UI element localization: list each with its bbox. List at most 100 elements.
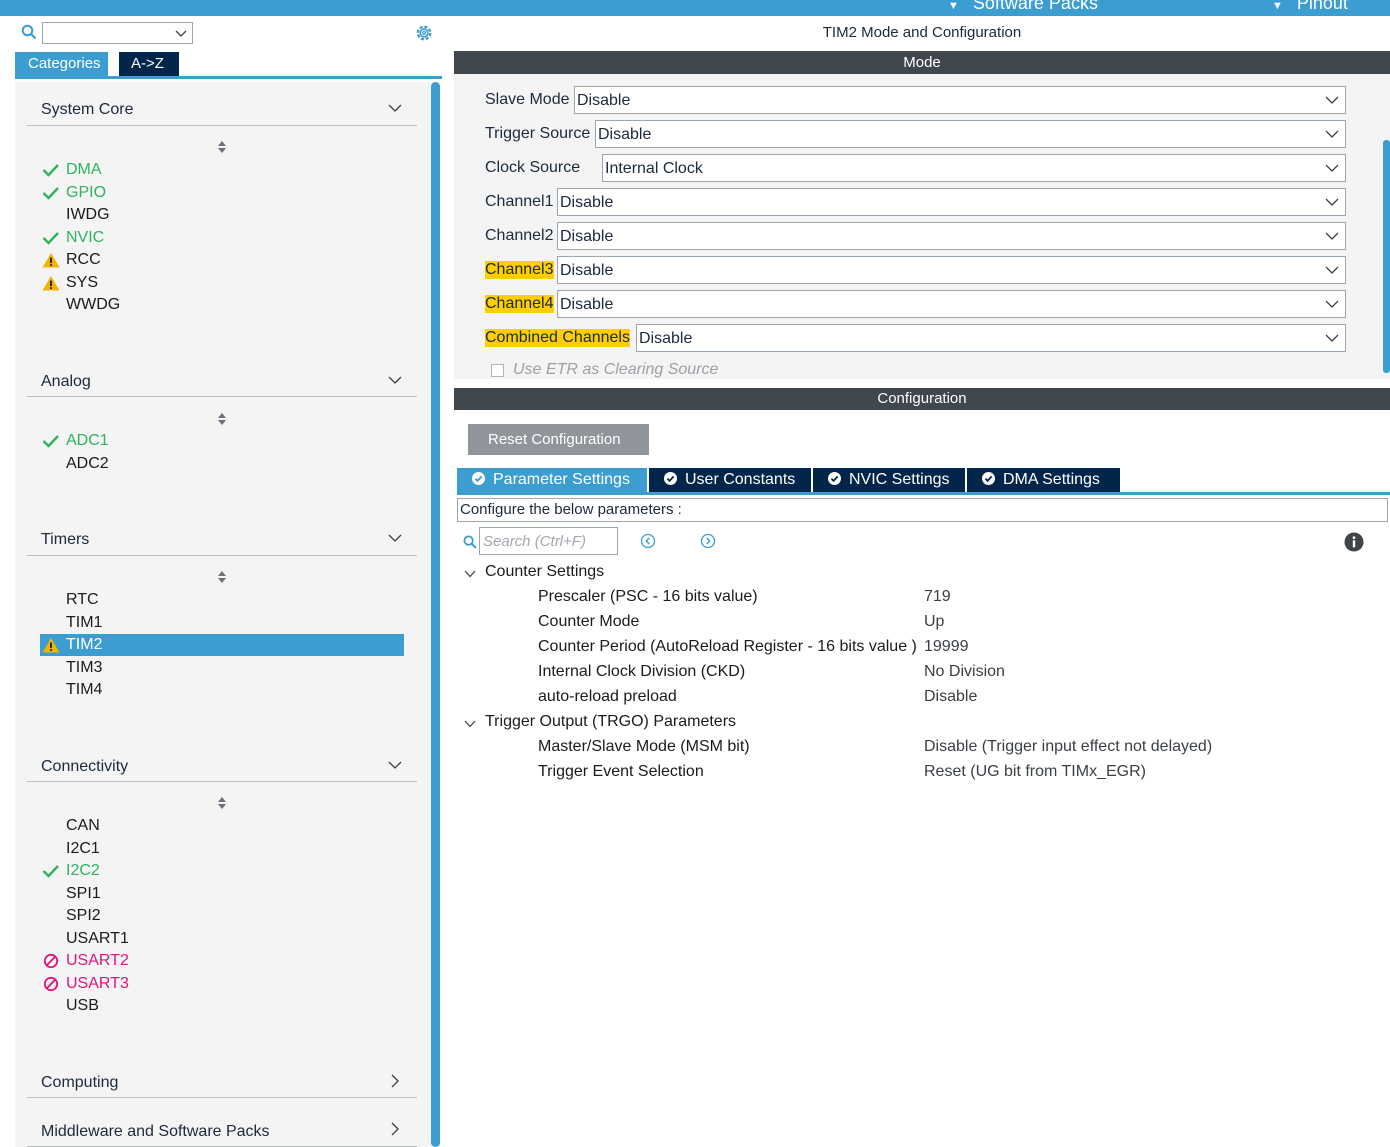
tab-categories[interactable]: Categories bbox=[15, 52, 108, 76]
parameter-value[interactable]: Up bbox=[924, 613, 944, 631]
peripheral-item-iwdg[interactable]: IWDG bbox=[66, 204, 110, 226]
chevron-down-icon bbox=[1325, 130, 1339, 138]
parameter-search-input[interactable]: Search (Ctrl+F) bbox=[479, 527, 618, 555]
software-packs-menu[interactable]: ▼ Software Packs bbox=[948, 0, 1098, 14]
reset-configuration-button[interactable]: Reset Configuration bbox=[468, 424, 649, 455]
sort-icon[interactable] bbox=[217, 797, 227, 809]
trigger-source-select[interactable]: Disable bbox=[595, 120, 1346, 148]
tab-nvic-settings-label: NVIC Settings bbox=[849, 471, 950, 488]
channel4-select[interactable]: Disable bbox=[557, 290, 1346, 318]
info-icon[interactable] bbox=[1344, 532, 1364, 552]
group-label-trgo[interactable]: Trigger Output (TRGO) Parameters bbox=[485, 713, 736, 731]
parameter-value[interactable]: Reset (UG bit from TIMx_EGR) bbox=[924, 763, 1146, 781]
parameter-value[interactable]: Disable (Trigger input effect not delaye… bbox=[924, 738, 1212, 756]
clock-source-select[interactable]: Internal Clock bbox=[602, 154, 1346, 182]
chevron-down-icon[interactable] bbox=[464, 570, 476, 578]
combined-channels-select[interactable]: Disable bbox=[636, 324, 1346, 352]
parameter-name[interactable]: Counter Mode bbox=[538, 613, 639, 631]
tab-underline bbox=[15, 76, 442, 79]
peripheral-item-tim4[interactable]: TIM4 bbox=[66, 679, 102, 701]
peripheral-item-tim2[interactable]: TIM2 bbox=[66, 634, 102, 656]
chevron-down-icon[interactable] bbox=[388, 103, 402, 113]
use-etr-checkbox[interactable] bbox=[491, 364, 504, 377]
parameter-value[interactable]: No Division bbox=[924, 663, 1005, 681]
tab-user-constants-label: User Constants bbox=[685, 471, 796, 488]
category-header-computing[interactable]: Computing bbox=[41, 1074, 118, 1092]
peripheral-item-dma[interactable]: DMA bbox=[66, 159, 102, 181]
peripheral-item-usb[interactable]: USB bbox=[66, 995, 99, 1017]
tab-dma-settings-label: DMA Settings bbox=[1003, 471, 1100, 488]
parameter-value[interactable]: 719 bbox=[924, 588, 951, 606]
peripheral-item-can[interactable]: CAN bbox=[66, 815, 100, 837]
chevron-down-icon bbox=[175, 30, 187, 37]
category-header-connectivity[interactable]: Connectivity bbox=[41, 758, 128, 776]
peripheral-item-gpio[interactable]: GPIO bbox=[66, 182, 106, 204]
page-title: TIM2 Mode and Configuration bbox=[822, 24, 1022, 41]
check-icon bbox=[42, 186, 59, 200]
left-scrollbar[interactable] bbox=[430, 82, 440, 1147]
peripheral-item-tim1[interactable]: TIM1 bbox=[66, 612, 102, 634]
peripheral-item-sys[interactable]: SYS bbox=[66, 272, 98, 294]
configure-hint: Configure the below parameters : bbox=[457, 498, 1388, 522]
mode-scrollbar[interactable] bbox=[1383, 140, 1390, 373]
check-icon bbox=[42, 164, 59, 177]
category-header-analog[interactable]: Analog bbox=[41, 373, 91, 391]
channel1-select[interactable]: Disable bbox=[557, 188, 1346, 216]
chevron-down-icon bbox=[1325, 232, 1339, 240]
tab-a-to-z[interactable]: A->Z bbox=[119, 52, 179, 76]
peripheral-item-usart1[interactable]: USART1 bbox=[66, 928, 129, 950]
peripheral-item-usart2[interactable]: USART2 bbox=[66, 950, 129, 972]
clock-source-value: Internal Clock bbox=[605, 160, 703, 177]
parameter-name[interactable]: auto-reload preload bbox=[538, 688, 677, 706]
chevron-down-icon bbox=[1325, 266, 1339, 274]
category-header-middleware[interactable]: Middleware and Software Packs bbox=[41, 1123, 270, 1141]
peripheral-item-adc1[interactable]: ADC1 bbox=[66, 430, 109, 452]
peripheral-item-i2c1[interactable]: I2C1 bbox=[66, 838, 100, 860]
peripheral-item-adc2[interactable]: ADC2 bbox=[66, 453, 109, 475]
peripheral-item-spi1[interactable]: SPI1 bbox=[66, 883, 101, 905]
peripheral-item-wwdg[interactable]: WWDG bbox=[66, 294, 120, 316]
peripheral-item-tim3[interactable]: TIM3 bbox=[66, 657, 102, 679]
tab-dma-settings[interactable]: DMA Settings bbox=[967, 468, 1120, 492]
search-combo[interactable] bbox=[42, 22, 193, 44]
channel2-select[interactable]: Disable bbox=[557, 222, 1346, 250]
sort-icon[interactable] bbox=[217, 571, 227, 583]
previous-match-icon[interactable] bbox=[640, 533, 656, 549]
group-label-counter[interactable]: Counter Settings bbox=[485, 563, 604, 581]
category-header-system-core[interactable]: System Core bbox=[41, 101, 133, 119]
slave-mode-select[interactable]: Disable bbox=[574, 86, 1346, 114]
peripheral-item-rcc[interactable]: RCC bbox=[66, 249, 101, 271]
pinout-menu[interactable]: ▼ Pinout bbox=[1272, 0, 1348, 14]
sort-icon[interactable] bbox=[217, 141, 227, 153]
peripheral-item-i2c2[interactable]: I2C2 bbox=[66, 860, 100, 882]
sort-icon[interactable] bbox=[217, 413, 227, 425]
parameter-value[interactable]: Disable bbox=[924, 688, 977, 706]
tab-user-constants[interactable]: User Constants bbox=[649, 468, 811, 492]
parameter-name[interactable]: Prescaler (PSC - 16 bits value) bbox=[538, 588, 758, 606]
peripheral-item-usart3[interactable]: USART3 bbox=[66, 973, 129, 995]
peripheral-item-nvic[interactable]: NVIC bbox=[66, 227, 104, 249]
scrollbar-thumb[interactable] bbox=[431, 82, 440, 1147]
tab-parameter-settings-label: Parameter Settings bbox=[493, 471, 630, 488]
peripheral-item-spi2[interactable]: SPI2 bbox=[66, 905, 101, 927]
category-header-timers[interactable]: Timers bbox=[41, 531, 89, 549]
chevron-down-icon[interactable] bbox=[388, 533, 402, 543]
gear-icon[interactable] bbox=[414, 23, 434, 43]
tab-nvic-settings[interactable]: NVIC Settings bbox=[813, 468, 965, 492]
channel3-select[interactable]: Disable bbox=[557, 256, 1346, 284]
parameter-name[interactable]: Counter Period (AutoReload Register - 16… bbox=[538, 638, 917, 656]
parameter-value[interactable]: 19999 bbox=[924, 638, 969, 656]
chevron-right-icon[interactable] bbox=[390, 1074, 400, 1088]
parameter-name[interactable]: Internal Clock Division (CKD) bbox=[538, 663, 745, 681]
parameter-name[interactable]: Trigger Event Selection bbox=[538, 763, 704, 781]
chevron-right-icon[interactable] bbox=[390, 1122, 400, 1136]
chevron-down-icon[interactable] bbox=[388, 375, 402, 385]
peripheral-item-rtc[interactable]: RTC bbox=[66, 589, 99, 611]
parameter-name[interactable]: Master/Slave Mode (MSM bit) bbox=[538, 738, 750, 756]
search-icon[interactable] bbox=[21, 24, 37, 40]
chevron-down-icon[interactable] bbox=[464, 720, 476, 728]
tab-parameter-settings[interactable]: Parameter Settings bbox=[457, 468, 647, 492]
slave-mode-label: Slave Mode bbox=[485, 91, 570, 108]
chevron-down-icon[interactable] bbox=[388, 760, 402, 770]
next-match-icon[interactable] bbox=[700, 533, 716, 549]
